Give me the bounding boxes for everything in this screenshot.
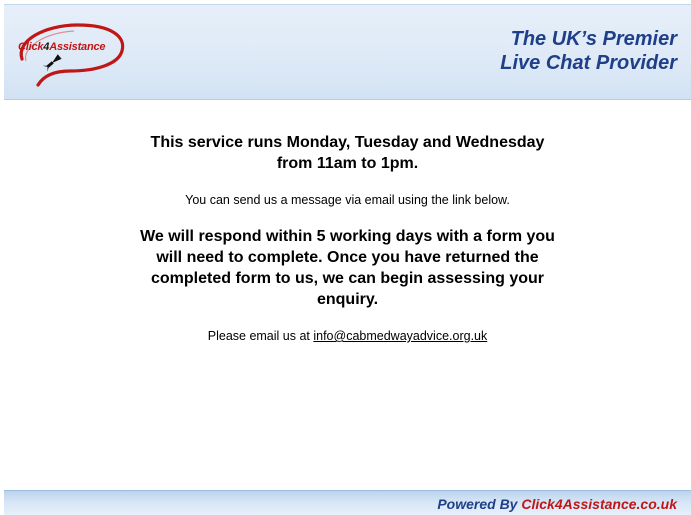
header-tagline: The UK’s Premier Live Chat Provider	[500, 27, 677, 75]
powered-by-prefix: Powered By	[437, 496, 522, 512]
header-banner: Click4Assistance The UK’s Premier Live C…	[4, 4, 691, 100]
logo-wordmark: Click4Assistance	[18, 41, 106, 53]
service-hours-text: This service runs Monday, Tuesday and We…	[150, 134, 545, 172]
response-time-text: We will respond within 5 working days wi…	[140, 228, 555, 308]
click4assistance-logo[interactable]: Click4Assistance	[14, 19, 128, 89]
logo-text-click: Click	[18, 41, 44, 53]
main-content: This service runs Monday, Tuesday and We…	[4, 100, 691, 490]
email-link[interactable]: info@cabmedwayadvice.org.uk	[313, 329, 487, 343]
tagline-line-2: Live Chat Provider	[500, 52, 677, 74]
chat-offline-page: Click4Assistance The UK’s Premier Live C…	[0, 0, 691, 515]
powered-by-brand: Click4Assistance.co.uk	[521, 496, 677, 512]
logo-swoosh-icon	[19, 23, 125, 87]
email-intro-text: You can send us a message via email usin…	[185, 193, 510, 207]
email-prefix-text: Please email us at	[207, 329, 314, 343]
tagline-line-1: The UK’s Premier	[510, 28, 677, 50]
footer-bar: Powered By Click4Assistance.co.uk	[4, 490, 691, 515]
logo-text-assistance: Assistance	[49, 41, 106, 53]
rocket-icon	[42, 54, 62, 72]
email-instruction: Please email us at info@cabmedwayadvice.…	[4, 328, 691, 344]
powered-by-link[interactable]: Powered By Click4Assistance.co.uk	[437, 496, 677, 512]
